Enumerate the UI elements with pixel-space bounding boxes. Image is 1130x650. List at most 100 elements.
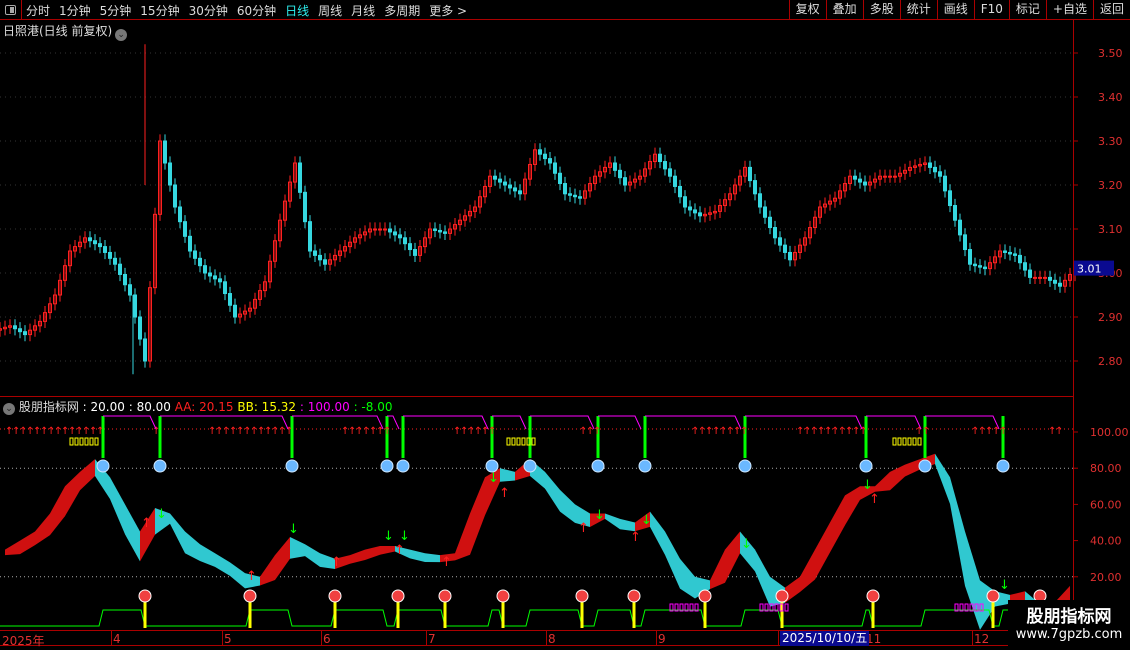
date-tick <box>778 631 779 645</box>
signal-box <box>892 437 897 446</box>
buy-ball-icon <box>391 589 405 603</box>
candle-body <box>373 228 377 231</box>
candle-body <box>778 237 782 246</box>
candle-body <box>783 244 787 253</box>
candle-body <box>433 228 437 231</box>
candle-body <box>513 187 517 192</box>
signal-line <box>492 415 527 430</box>
date-axis: 2025年4567891011122025/10/10/五 <box>0 630 1073 648</box>
candle-body <box>753 180 757 195</box>
candle-body <box>958 219 962 236</box>
indicator-ribbon-segment <box>680 558 695 599</box>
indicator-title: ⌄ 股朋指标网 : 20.00 : 80.00 AA: 20.15 BB: 15… <box>3 398 392 415</box>
candle-body <box>143 338 147 362</box>
indicator-tick-label: 60.00 <box>1090 498 1122 511</box>
up-arrow-icon: ↑ <box>383 426 391 437</box>
indicator-ribbon-segment <box>35 513 50 546</box>
candle-body <box>498 178 502 183</box>
signal-line <box>866 415 922 430</box>
candle-body <box>443 231 447 234</box>
down-arrow-icon: ↓ <box>999 578 1010 593</box>
candle-body <box>103 246 107 253</box>
down-arrow-icon: ↓ <box>288 522 299 537</box>
candle-body <box>933 166 937 173</box>
candle-body <box>773 227 777 239</box>
candle-body <box>1008 251 1012 255</box>
date-tick-label: 6 <box>323 632 331 646</box>
candle-body <box>788 251 792 261</box>
indicator-name: 股朋指标网 <box>18 400 79 414</box>
candle-body <box>118 263 122 275</box>
indicator-ribbon-segment <box>65 471 80 517</box>
indicator-ribbon-segment <box>470 477 485 555</box>
up-arrow-icon: ↑ <box>96 426 104 437</box>
indicator-ribbon-segment <box>830 495 845 553</box>
indicator-tick-label: 20.00 <box>1090 571 1122 584</box>
down-arrow-icon: ↓ <box>383 529 394 544</box>
signal-box <box>907 437 912 446</box>
candle-body <box>1003 250 1007 253</box>
indicator-ribbon-segment <box>290 536 305 559</box>
panel-divider[interactable] <box>0 396 1073 397</box>
indicator-ribbon-segment <box>20 531 35 555</box>
indicator-ribbon-segment <box>710 549 725 590</box>
date-tick-label: 7 <box>428 632 436 646</box>
candle-body <box>978 265 982 268</box>
signal-box <box>89 437 94 446</box>
candle-body <box>758 193 762 208</box>
signal-ball-icon <box>153 459 167 473</box>
up-arrow-icon: ↑ <box>740 426 748 437</box>
candle-body <box>98 243 102 248</box>
indicator-ribbon-segment <box>665 531 680 589</box>
candle-body <box>853 175 857 180</box>
candle-body <box>508 184 512 189</box>
signal-box <box>74 437 79 446</box>
candle-body <box>983 266 987 270</box>
indicator-ribbon-segment <box>365 546 380 560</box>
indicator-ribbon-segment <box>305 544 320 567</box>
signal-box <box>531 437 536 446</box>
candle-body <box>553 162 557 174</box>
indicator-ribbon-segment <box>125 504 140 562</box>
buy-ball-icon <box>575 589 589 603</box>
candle-body <box>688 206 692 211</box>
candle-body <box>748 166 752 182</box>
indicator-ribbon-segment <box>500 468 515 482</box>
down-arrow-icon: ↓ <box>641 513 652 528</box>
signal-ball-icon <box>380 459 394 473</box>
candle-body <box>948 190 952 207</box>
indicator-ribbon-segment <box>200 544 215 567</box>
watermark-name: 股朋指标网 <box>1026 607 1112 627</box>
indicator-ribbon-segment <box>230 562 245 589</box>
indicator-ribbon-segment <box>215 553 230 576</box>
candle-body <box>308 221 312 252</box>
candle-body <box>968 249 972 265</box>
candle-body <box>403 237 407 245</box>
indicator-ribbon-segment <box>425 553 440 563</box>
indicator-ribbon-segment <box>455 513 470 561</box>
up-arrow-icon: ↑ <box>499 486 510 501</box>
candle-body <box>683 196 687 208</box>
candle-body <box>128 284 132 296</box>
candle-body <box>323 259 327 265</box>
indicator-ribbon-segment <box>815 522 830 580</box>
indicator-ribbon-segment <box>905 459 920 477</box>
indicator-ribbon-segment <box>965 531 980 630</box>
candle-body <box>1033 276 1037 279</box>
signal-box <box>69 437 74 446</box>
candle-body <box>938 171 942 177</box>
price-tick-label: 2.80 <box>1098 355 1123 368</box>
down-arrow-icon: ↓ <box>594 508 605 523</box>
chevron-down-icon[interactable]: ⌄ <box>3 403 15 415</box>
candle-body <box>613 162 617 171</box>
date-tick <box>222 631 223 645</box>
candle-body <box>858 178 862 183</box>
chart-canvas[interactable]: 3.503.403.303.203.103.002.902.803.01100.… <box>0 0 1130 650</box>
buy-ball-icon <box>986 589 1000 603</box>
candle-body <box>863 181 867 186</box>
signal-ball-icon <box>638 459 652 473</box>
up-arrow-icon: ↑ <box>859 426 867 437</box>
price-tick-label: 3.40 <box>1098 91 1123 104</box>
date-tick <box>972 631 973 645</box>
up-arrow-icon: ↑ <box>578 521 589 536</box>
